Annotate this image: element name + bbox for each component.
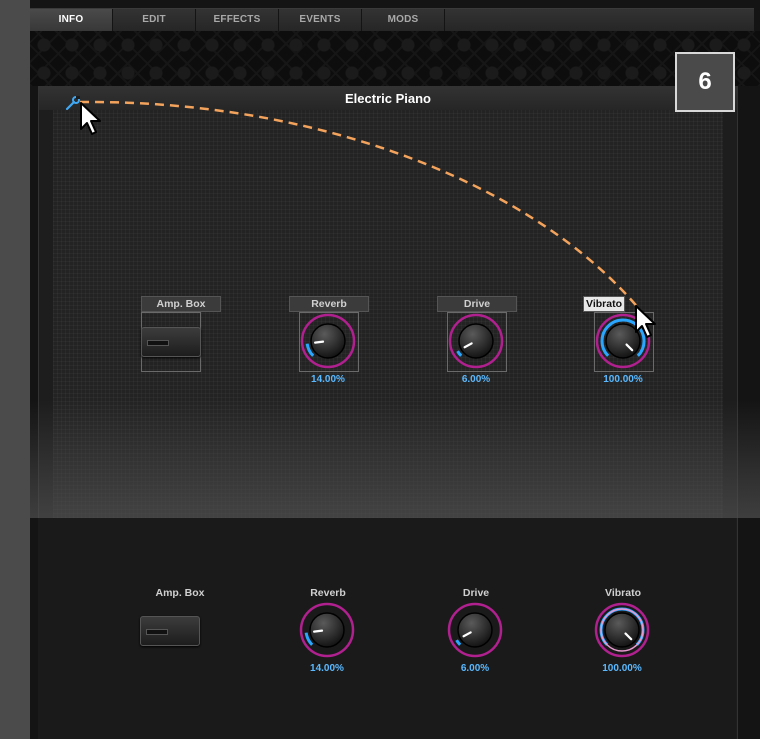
drive-value: 6.00% (461, 374, 491, 385)
vibrato-label-lower: Vibrato (605, 587, 641, 599)
mouse-cursor-start-icon (80, 102, 101, 135)
knob-body (309, 612, 345, 648)
drive-label-lower: Drive (462, 587, 490, 599)
drive-knob[interactable] (446, 312, 506, 372)
vibrato-value-lower: 100.00% (602, 663, 642, 674)
tab-mods[interactable]: MODS (362, 9, 445, 31)
tab-events[interactable]: EVENTS (279, 9, 362, 31)
drive-knob-lower[interactable] (445, 601, 505, 661)
lower-panel: Amp. Box Reverb 14.00% Drive 6.00% Vibra… (38, 518, 736, 739)
drive-control-lower: Drive 6.00% (426, 585, 526, 705)
knob-indicator (314, 340, 325, 344)
reverb-value-lower: 14.00% (310, 663, 344, 674)
reverb-label: Reverb (289, 296, 369, 312)
tab-bar: INFO EDIT EFFECTS EVENTS MODS (30, 8, 754, 32)
amp-box-control: Amp. Box (131, 296, 231, 416)
reverb-control-lower: Reverb 14.00% (278, 585, 378, 705)
panel-title: Electric Piano (345, 91, 431, 106)
knob-body (457, 612, 493, 648)
window-left-margin (0, 0, 30, 739)
instrument-window: INFO EDIT EFFECTS EVENTS MODS Electric P… (30, 0, 760, 739)
knob-body (604, 612, 640, 648)
amp-box-toggle[interactable] (141, 327, 201, 357)
vibrato-value: 100.00% (603, 374, 643, 385)
knob-value-arc (455, 639, 462, 646)
knob-value-arc (456, 350, 463, 357)
vibrato-knob-lower[interactable] (592, 601, 652, 661)
amp-box-label: Amp. Box (141, 296, 221, 312)
vibrato-label: Vibrato (583, 296, 625, 312)
drive-label: Drive (437, 296, 517, 312)
amp-box-control-lower: Amp. Box (130, 585, 230, 705)
step-number-badge: 6 (675, 52, 735, 112)
drive-control: Drive 6.00% (427, 296, 527, 416)
tab-edit[interactable]: EDIT (113, 9, 196, 31)
knob-body (310, 323, 346, 359)
drive-value-lower: 6.00% (460, 663, 490, 674)
tab-info[interactable]: INFO (30, 9, 113, 31)
reverb-control: Reverb 14.00% (279, 296, 379, 416)
mouse-cursor-end-icon (635, 305, 656, 338)
tab-effects[interactable]: EFFECTS (196, 9, 279, 31)
vibrato-control-lower: Vibrato 100.00% (573, 585, 673, 705)
fade-overlay (30, 400, 760, 518)
amp-box-toggle-lower[interactable] (140, 616, 200, 646)
reverb-label-lower: Reverb (310, 587, 346, 599)
reverb-knob-lower[interactable] (297, 601, 357, 661)
tab-bar-spacer (445, 9, 754, 31)
reverb-knob[interactable] (298, 312, 358, 372)
knob-body (458, 323, 494, 359)
reverb-value: 14.00% (311, 374, 345, 385)
knob-indicator (313, 629, 324, 633)
amp-box-label-lower: Amp. Box (155, 587, 205, 599)
decorative-pattern-band (30, 31, 760, 86)
